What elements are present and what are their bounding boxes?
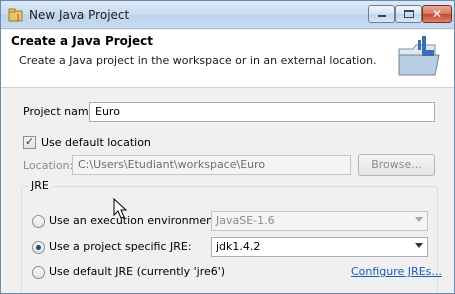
execution-environment-select[interactable]: JavaSE-1.6 [211,211,428,231]
new-java-project-dialog: J New Java Project ✕ Create a Java Proje… [0,0,455,294]
radio-selected-indicator [36,245,41,250]
project-name-input[interactable]: Euro [89,102,435,122]
location-input[interactable]: C:\Users\Etudiant\workspace\Euro [72,155,351,175]
mouse-pointer-icon [113,198,128,219]
default-jre-radio[interactable] [32,266,45,279]
close-icon: ✕ [431,7,443,21]
use-default-location-checkbox[interactable]: ✓ [23,135,36,149]
project-specific-jre-select[interactable]: jdk1.4.2 [211,237,428,257]
configure-jres-link[interactable]: Configure JREs... [351,265,442,278]
wizard-title: Create a Java Project [11,34,154,48]
execution-environment-radio[interactable] [32,215,45,228]
close-button[interactable]: ✕ [422,5,452,23]
maximize-button[interactable] [395,5,422,23]
location-label: Location: [23,159,74,172]
jre-group-label: JRE [28,179,52,192]
wizard-banner: Create a Java Project Create a Java proj… [1,30,454,88]
project-specific-jre-value: jdk1.4.2 [216,240,261,253]
wizard-content: Project name: Euro ✓ Use default locatio… [1,89,454,293]
title-bar[interactable]: J New Java Project ✕ [1,1,454,29]
java-project-icon: J [8,8,23,22]
browse-button[interactable]: Browse... [358,154,435,176]
maximize-icon [404,10,414,18]
project-name-label: Project name: [23,105,100,118]
chevron-down-icon [415,217,423,222]
project-specific-jre-radio[interactable] [32,241,45,254]
minimize-button[interactable] [368,5,395,23]
execution-environment-value: JavaSE-1.6 [216,214,275,227]
window-title: New Java Project [29,8,130,22]
use-default-location-label: Use default location [41,136,151,149]
wizard-description: Create a Java project in the workspace o… [19,54,377,67]
project-specific-jre-label: Use a project specific JRE: [49,240,192,253]
chevron-down-icon [415,243,423,248]
default-jre-label: Use default JRE (currently 'jre6') [49,265,226,278]
svg-text:J: J [16,13,19,22]
new-project-folder-icon [398,36,440,76]
checkmark-icon: ✓ [25,135,35,148]
minimize-icon [378,15,386,17]
